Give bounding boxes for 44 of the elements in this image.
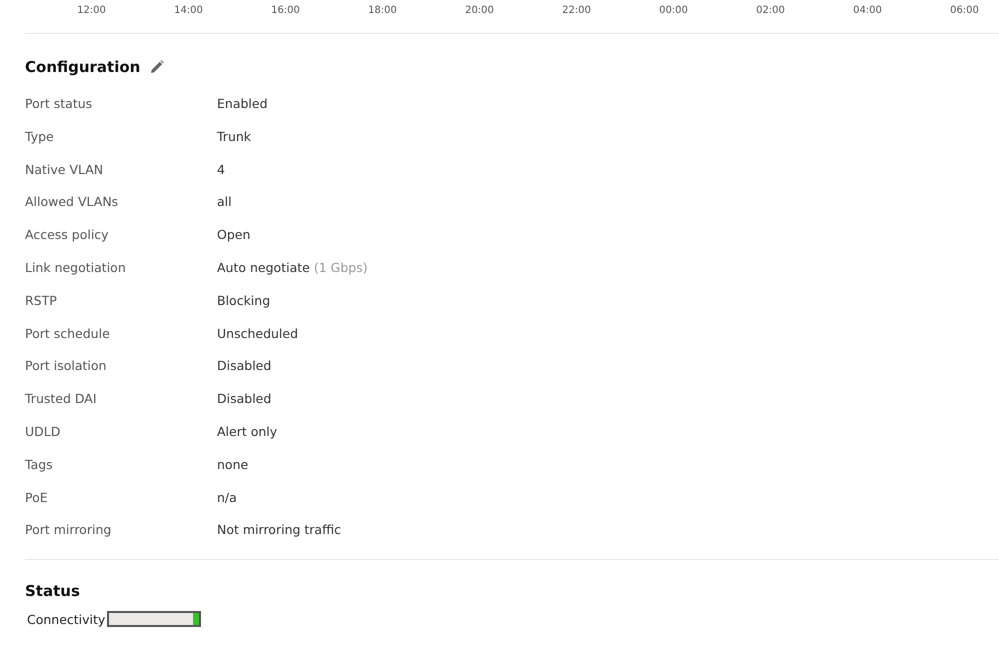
field-label: UDLD	[25, 424, 62, 439]
axis-label: 00:00	[658, 4, 689, 18]
field-label: Link negotiation	[25, 260, 127, 275]
field-value: Blocking	[217, 292, 270, 308]
field-label: Tags	[25, 456, 54, 472]
field-label: Port status	[25, 96, 94, 111]
field-value: Auto negotiate	[217, 260, 310, 275]
field-value: Alert only	[217, 424, 278, 439]
axis-label: 12:00	[76, 4, 107, 18]
field-label: Port schedule	[25, 326, 111, 341]
axis-label: 20:00	[464, 4, 495, 18]
edit-button[interactable]	[150, 60, 164, 74]
connectivity-label: Connectivity	[27, 612, 106, 627]
field-value: Disabled	[217, 391, 272, 406]
field-label: Port isolation	[25, 358, 108, 374]
field-value: Not mirroring traffic	[217, 522, 342, 538]
pencil-icon	[150, 60, 164, 74]
axis-label: 14:00	[173, 4, 204, 18]
field-note: (1 Gbps)	[314, 260, 368, 275]
field-label: RSTP	[25, 292, 58, 308]
axis-label: 06:00	[949, 4, 980, 18]
axis-label: 22:00	[561, 4, 592, 18]
field-label: Type	[25, 128, 55, 144]
field-label: Native VLAN	[25, 162, 104, 177]
field-value: Disabled	[217, 358, 272, 374]
section-title: Configuration	[25, 58, 140, 76]
field-value: n/a	[217, 490, 237, 505]
field-label: PoE	[25, 490, 49, 505]
field-value: all	[217, 194, 232, 210]
field-label: Allowed VLANs	[25, 194, 120, 210]
field-value: Trunk	[217, 128, 252, 144]
axis-label: 02:00	[755, 4, 786, 18]
field-value: Open	[217, 227, 250, 242]
field-value: Unscheduled	[217, 326, 298, 341]
section-title: Status	[24, 581, 81, 600]
axis-label: 16:00	[270, 4, 301, 18]
field-value: 4	[217, 162, 225, 177]
axis-label: 04:00	[852, 4, 883, 18]
axis-label: 18:00	[367, 4, 398, 18]
field-value: Enabled	[217, 96, 268, 111]
field-label: Access policy	[25, 227, 110, 242]
field-label: Trusted DAI	[25, 391, 98, 406]
field-value: none	[217, 456, 248, 472]
field-label: Port mirroring	[25, 522, 112, 538]
